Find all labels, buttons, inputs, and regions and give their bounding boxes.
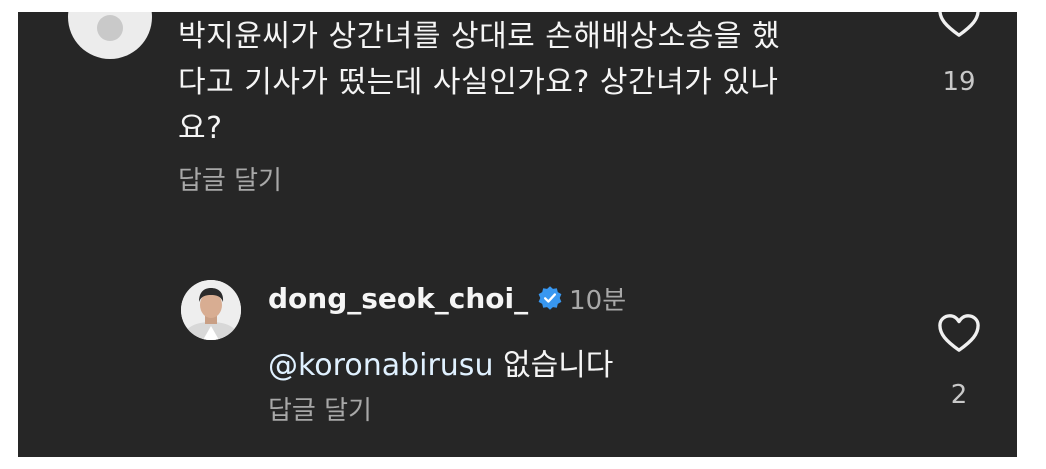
reply-button[interactable]: 답글 달기 [268,390,372,427]
reply-header: dong_seok_choi_ 10분 [268,280,626,316]
comment-line: 다고 기사가 떴는데 사실인가요? 상간녀가 있나 [178,65,779,100]
mention-link[interactable]: @koronabirusu [268,348,493,383]
like-count: 19 [942,67,976,97]
default-avatar-icon [97,15,123,41]
profile-photo-icon [181,280,241,340]
commenter-avatar[interactable] [68,12,152,59]
reply-body: @koronabirusu 없습니다 [268,340,613,384]
avatar[interactable] [181,280,241,340]
verified-badge-icon [538,286,562,310]
heart-icon[interactable] [936,312,982,354]
like-count: 2 [950,380,968,410]
heart-icon[interactable] [936,12,982,39]
comment-thread: 박지윤씨가 상간녀를 상대로 손해배상소송을 했 다고 기사가 떴는데 사실인가… [18,12,1017,457]
comment-line: 박지윤씨가 상간녀를 상대로 손해배상소송을 했 [178,19,781,54]
comment-line: 요? [178,111,223,146]
comment-body: 박지윤씨가 상간녀를 상대로 손해배상소송을 했 다고 기사가 떴는데 사실인가… [178,14,878,152]
timestamp: 10분 [569,285,627,316]
reply-button[interactable]: 답글 달기 [178,160,282,197]
reply-text: 없습니다 [493,348,614,383]
username-link[interactable]: dong_seok_choi_ [268,282,528,315]
